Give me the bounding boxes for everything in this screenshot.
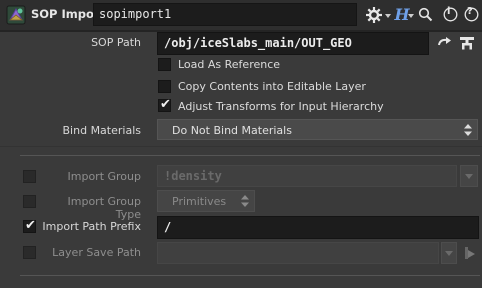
layer-save-path-label: Layer Save Path [52, 246, 141, 259]
sop-import-icon [6, 5, 26, 25]
sop-path-field[interactable]: /obj/iceSlabs_main/OUT_GEO [157, 32, 429, 55]
import-group-field[interactable]: !density [157, 165, 457, 187]
menu-arrows-icon [240, 194, 250, 208]
chevron-down-icon [465, 174, 473, 179]
bind-materials-menu[interactable]: Do Not Bind Materials [157, 119, 478, 140]
sop-path-label: SOP Path [91, 36, 141, 49]
checkmark-icon: ✔ [25, 218, 36, 233]
load-as-reference-label: Load As Reference [178, 58, 281, 71]
import-group-checkbox[interactable] [23, 170, 36, 183]
search-icon[interactable] [416, 3, 434, 26]
gear-icon[interactable] [363, 3, 385, 26]
chevron-down-icon [445, 251, 453, 256]
adjust-transforms-checkbox[interactable]: ✔ [158, 97, 171, 112]
layer-save-path-menu[interactable] [441, 242, 457, 264]
import-path-prefix-checkbox[interactable]: ✔ [23, 218, 36, 233]
node-name-field[interactable]: sopimport1 [93, 3, 357, 26]
copy-contents-label: Copy Contents into Editable Layer [178, 80, 366, 93]
bind-materials-label: Bind Materials [62, 124, 141, 137]
node-chooser-icon[interactable] [458, 34, 476, 52]
import-group-label: Import Group [67, 170, 142, 183]
import-path-prefix-label: Import Path Prefix [42, 220, 141, 233]
jump-to-node-icon[interactable] [436, 35, 454, 51]
help-icon[interactable]: ? [462, 3, 480, 26]
import-group-type-menu[interactable]: Primitives [157, 190, 255, 212]
info-icon[interactable]: i [441, 3, 459, 26]
import-group-selector[interactable] [460, 165, 478, 187]
load-as-reference-checkbox[interactable] [158, 58, 171, 71]
gear-menu-arrow-icon [385, 14, 391, 18]
adjust-transforms-label: Adjust Transforms for Input Hierarchy [178, 100, 384, 113]
file-chooser-icon[interactable] [461, 244, 479, 262]
import-group-type-value: Primitives [172, 195, 227, 208]
bind-materials-value: Do Not Bind Materials [172, 124, 292, 137]
import-group-type-label: Import Group Type [67, 195, 142, 221]
checkmark-icon: ✔ [160, 97, 171, 112]
section-divider [20, 155, 480, 156]
layer-save-path-field[interactable] [157, 242, 439, 264]
bottom-divider [20, 275, 480, 276]
copy-contents-checkbox[interactable] [158, 80, 171, 93]
parameter-header: SOP Import sopimport1 H i ? [0, 0, 482, 30]
help-menu-arrow-icon [408, 14, 414, 18]
section-gap [0, 146, 482, 147]
import-path-prefix-field[interactable]: / [157, 216, 479, 239]
layer-save-path-checkbox[interactable] [23, 246, 36, 259]
menu-arrows-icon [463, 123, 473, 137]
import-group-type-checkbox[interactable] [23, 195, 36, 208]
